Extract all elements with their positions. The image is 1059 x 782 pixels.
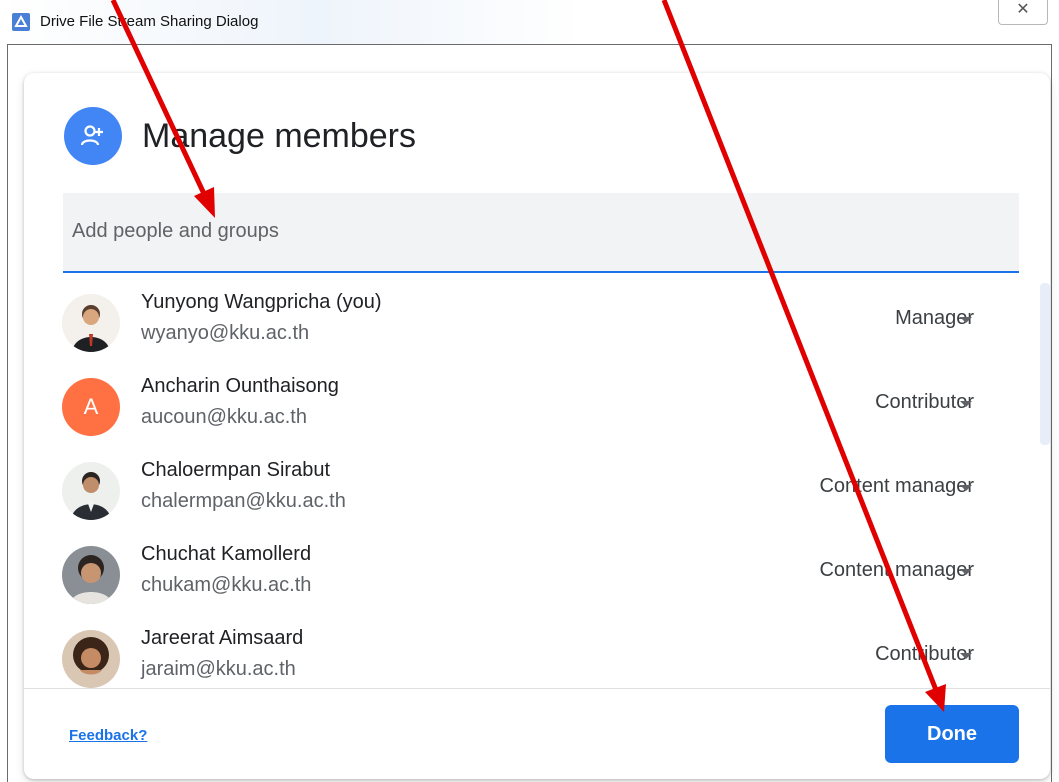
avatar — [62, 546, 120, 604]
done-button[interactable]: Done — [885, 705, 1019, 763]
member-email: chukam@kku.ac.th — [141, 574, 312, 596]
member-name: Jareerat Aimsaard — [141, 627, 304, 649]
chevron-down-icon[interactable] — [960, 653, 972, 659]
manage-members-dialog: Manage members Yunyong Wangpricha (you) … — [24, 73, 1050, 779]
window-titlebar: Drive File Stream Sharing Dialog ✕ — [0, 0, 1059, 44]
member-row: A Ancharin Ounthaisong aucoun@kku.ac.th … — [24, 360, 1034, 444]
add-people-field[interactable] — [63, 193, 1019, 273]
feedback-link[interactable]: Feedback? — [69, 727, 147, 744]
window-title: Drive File Stream Sharing Dialog — [40, 13, 259, 30]
member-row: Yunyong Wangpricha (you) wyanyo@kku.ac.t… — [24, 276, 1034, 360]
member-name: Chuchat Kamollerd — [141, 543, 312, 565]
member-row: Jareerat Aimsaard jaraim@kku.ac.th Contr… — [24, 612, 1034, 689]
window-close-button[interactable]: ✕ — [998, 0, 1048, 25]
chevron-down-icon[interactable] — [960, 317, 972, 323]
member-name: Yunyong Wangpricha (you) — [141, 291, 382, 313]
chevron-down-icon[interactable] — [960, 401, 972, 407]
dialog-title: Manage members — [142, 117, 417, 155]
avatar-letter: A — [62, 378, 120, 436]
member-name: Ancharin Ounthaisong — [141, 375, 339, 397]
add-people-input[interactable] — [63, 193, 1019, 269]
person-add-icon — [64, 107, 122, 165]
avatar — [62, 630, 120, 688]
members-list[interactable]: Yunyong Wangpricha (you) wyanyo@kku.ac.t… — [24, 276, 1050, 689]
chevron-down-icon[interactable] — [960, 569, 972, 575]
role-dropdown[interactable]: Content manager — [819, 559, 974, 582]
avatar — [62, 294, 120, 352]
member-row: Chuchat Kamollerd chukam@kku.ac.th Conte… — [24, 528, 1034, 612]
member-name: Chaloermpan Sirabut — [141, 459, 330, 481]
member-email: jaraim@kku.ac.th — [141, 658, 296, 680]
member-row: Chaloermpan Sirabut chalermpan@kku.ac.th… — [24, 444, 1034, 528]
member-email: wyanyo@kku.ac.th — [141, 322, 310, 344]
close-icon: ✕ — [1016, 1, 1030, 18]
role-dropdown[interactable]: Content manager — [819, 475, 974, 498]
member-email: aucoun@kku.ac.th — [141, 406, 307, 428]
members-scrollbar[interactable] — [1040, 283, 1050, 445]
member-email: chalermpan@kku.ac.th — [141, 490, 346, 512]
drive-app-icon — [12, 13, 30, 31]
chevron-down-icon[interactable] — [960, 485, 972, 491]
dialog-footer: Feedback? Done — [24, 688, 1050, 780]
avatar — [62, 462, 120, 520]
